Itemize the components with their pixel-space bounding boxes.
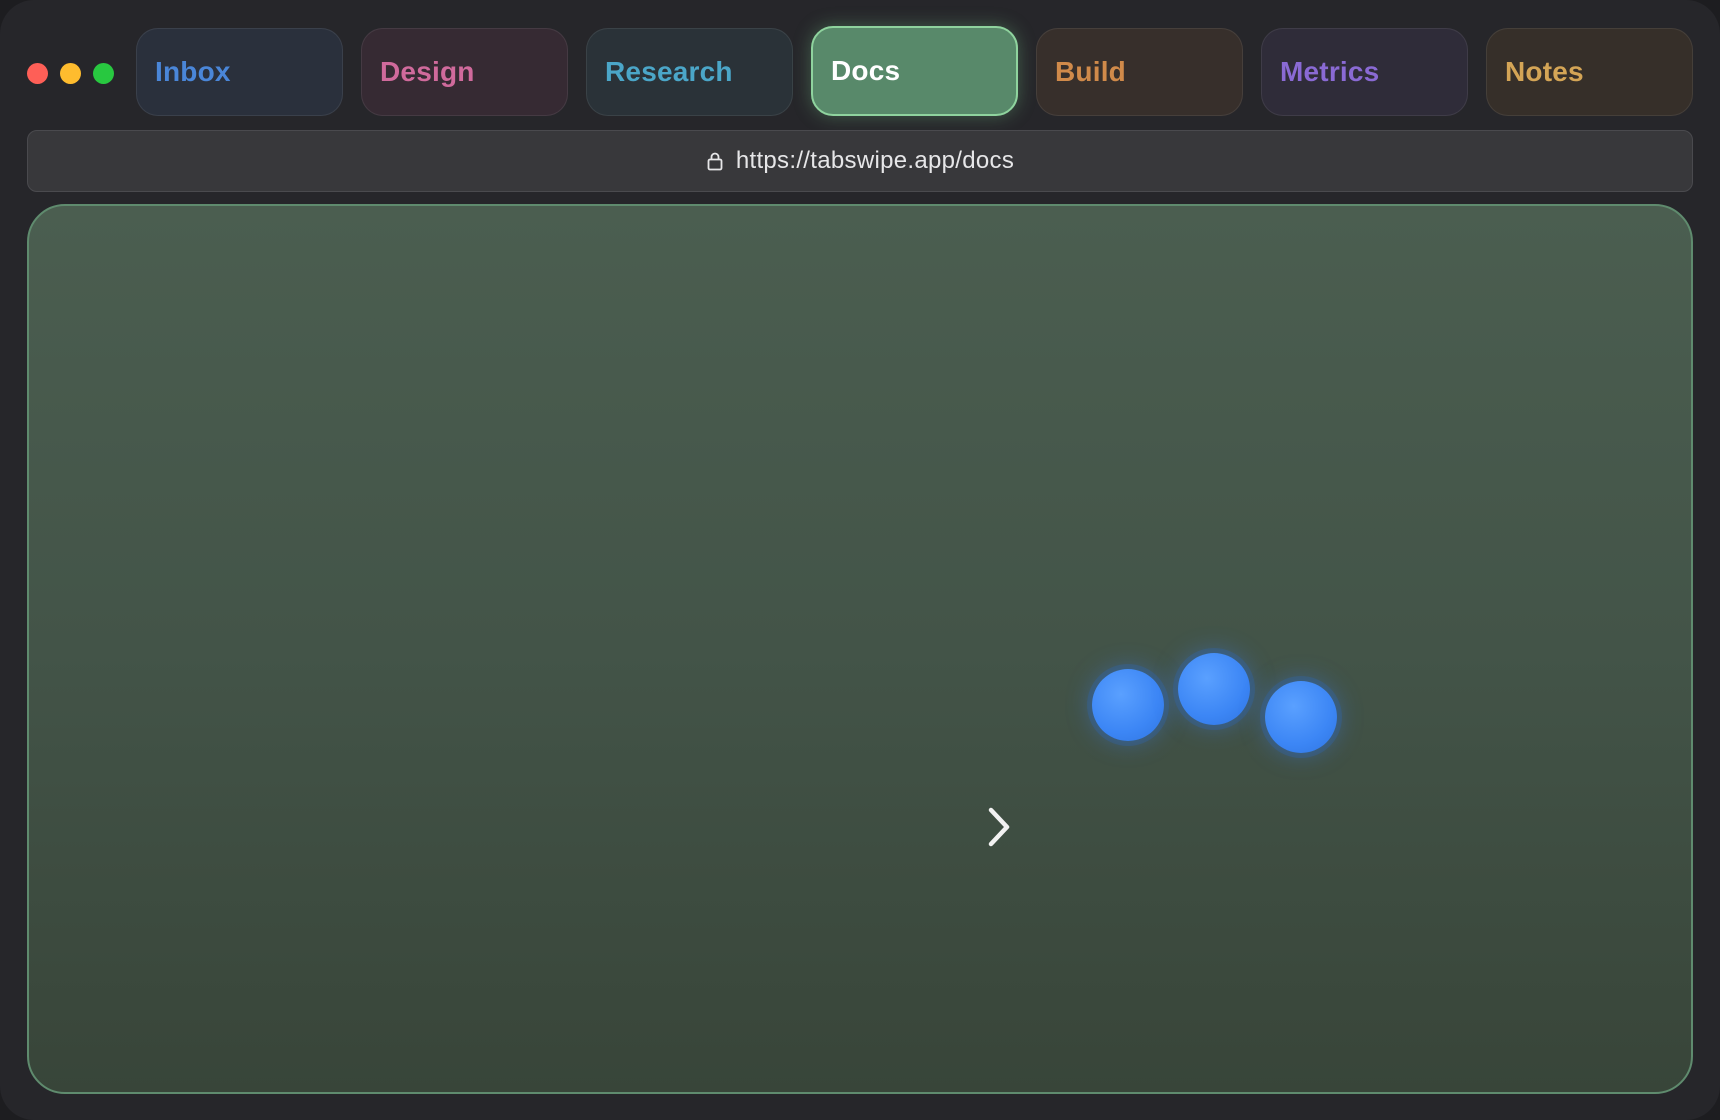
- tab-inbox[interactable]: Inbox: [136, 28, 343, 116]
- tab-label: Build: [1055, 56, 1126, 87]
- indicator-dot: [1092, 669, 1164, 741]
- tab-docs[interactable]: Docs: [811, 26, 1018, 116]
- content-panel: [27, 204, 1693, 1094]
- tab-bar: Inbox Design Research Docs Build Metrics…: [136, 26, 1696, 118]
- tab-label: Notes: [1505, 56, 1584, 87]
- lock-icon: [707, 152, 723, 171]
- tab-metrics[interactable]: Metrics: [1261, 28, 1468, 116]
- tab-label: Metrics: [1280, 56, 1380, 87]
- tab-notes[interactable]: Notes: [1486, 28, 1693, 116]
- tab-label: Design: [380, 56, 475, 87]
- indicator-dot: [1178, 653, 1250, 725]
- chevron-right-icon[interactable]: [979, 802, 1019, 852]
- indicator-dot: [1265, 681, 1337, 753]
- close-window-button[interactable]: [27, 63, 48, 84]
- tab-label: Inbox: [155, 56, 231, 87]
- tab-label: Docs: [831, 55, 901, 86]
- tab-research[interactable]: Research: [586, 28, 793, 116]
- browser-window: Inbox Design Research Docs Build Metrics…: [0, 0, 1720, 1120]
- tab-label: Research: [605, 56, 733, 87]
- minimize-window-button[interactable]: [60, 63, 81, 84]
- address-bar[interactable]: https://tabswipe.app/docs: [27, 130, 1693, 192]
- tab-design[interactable]: Design: [361, 28, 568, 116]
- zoom-window-button[interactable]: [93, 63, 114, 84]
- url-text: https://tabswipe.app/docs: [735, 147, 1015, 174]
- tab-build[interactable]: Build: [1036, 28, 1243, 116]
